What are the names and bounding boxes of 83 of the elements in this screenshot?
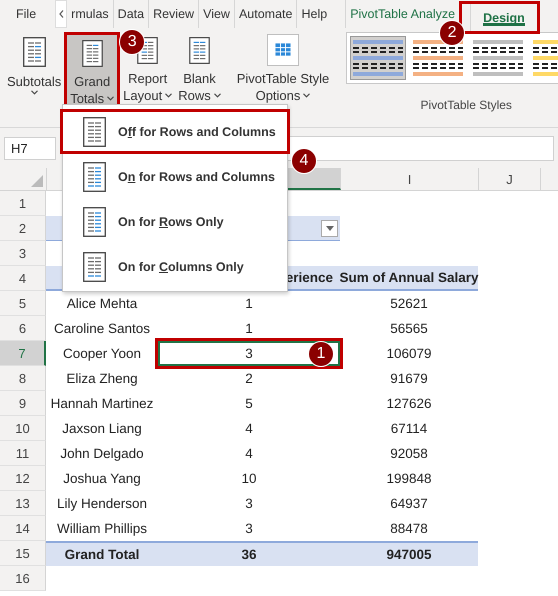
row-number[interactable]: 11	[0, 441, 46, 466]
table-cell-text: 106079	[385, 345, 433, 363]
ribbon-tab[interactable]: File	[0, 0, 54, 28]
row-number[interactable]: 9	[0, 391, 46, 416]
row-number[interactable]: 14	[0, 516, 46, 541]
style-options-button[interactable]: PivotTable Style Options	[234, 32, 332, 106]
table-cell-text: 1	[244, 295, 254, 313]
table-cell-text: 10	[240, 470, 258, 488]
row-number[interactable]: 1	[0, 191, 46, 216]
table-cell-text: Joshua Yang	[62, 470, 142, 488]
caret-icon	[303, 93, 310, 98]
ribbon-button[interactable]: Subtotals	[4, 32, 64, 106]
row-number[interactable]: 5	[0, 291, 46, 316]
table-cell-text: 92058	[389, 445, 429, 463]
table-cell-text: 5	[244, 395, 254, 413]
total-cell: 947005	[340, 541, 478, 566]
row-number[interactable]: 16	[0, 566, 46, 591]
group-label: PivotTable Styles	[420, 98, 513, 112]
total-cell: 36	[158, 541, 340, 566]
table-cell-text: Lily Henderson	[56, 495, 148, 513]
table-style-thumbnail[interactable]	[350, 36, 406, 80]
menu-item[interactable]: On for Rows Only	[63, 199, 287, 244]
document-lines-icon	[188, 37, 211, 64]
table-cell-text: 91679	[389, 370, 429, 388]
row-number[interactable]: 4	[0, 266, 46, 291]
name-box[interactable]: H7	[4, 136, 56, 160]
total-cell: Grand Total	[46, 541, 158, 566]
column-header[interactable]: J	[479, 168, 541, 190]
document-lines-icon	[83, 206, 106, 236]
menu-item[interactable]: On for Rows and Columns	[63, 154, 287, 199]
row-number[interactable]: 12	[0, 466, 46, 491]
table-cell-text: 4	[244, 445, 254, 463]
table-cell-text: Jaxson Liang	[61, 420, 143, 438]
row-number[interactable]: 7	[0, 341, 46, 366]
table-cell-text: 127626	[385, 395, 433, 413]
menu-item[interactable]: Off for Rows and Columns	[63, 112, 287, 151]
table-cell-text: 4	[244, 420, 254, 438]
table-cell-text: Alice Mehta	[66, 295, 138, 313]
row-number[interactable]: 3	[0, 241, 46, 266]
caret-icon	[214, 93, 221, 98]
row-number[interactable]: 8	[0, 366, 46, 391]
table-cell-text: 52621	[389, 295, 429, 313]
table-cell-text: 88478	[389, 520, 429, 538]
table-grid-icon	[266, 34, 300, 66]
column-header-cell: Sum of Annual Salary	[340, 266, 478, 291]
table-cell-text: Eliza Zheng	[65, 370, 139, 388]
document-lines-icon	[80, 40, 104, 67]
document-lines-icon	[83, 162, 106, 192]
ribbon-tab[interactable]: rmulas	[67, 0, 113, 28]
caret-icon	[30, 90, 38, 95]
document-lines-icon	[22, 37, 46, 67]
document-lines-icon	[83, 252, 106, 282]
row-number[interactable]: 10	[0, 416, 46, 441]
step-badge: 3	[119, 29, 146, 55]
table-cell-text: 64937	[389, 495, 429, 513]
row-number[interactable]: 13	[0, 491, 46, 516]
filter-dropdown-button[interactable]	[321, 220, 338, 236]
step-badge: 2	[439, 20, 466, 46]
row-number[interactable]: 15	[0, 541, 46, 566]
table-cell-text: Caroline Santos	[52, 320, 152, 338]
row-number[interactable]: 2	[0, 216, 46, 241]
chevron-left-icon	[58, 10, 64, 18]
caret-icon	[107, 96, 114, 101]
table-cell-text: 3	[244, 495, 254, 513]
table-cell-text: William Phillips	[56, 520, 148, 538]
ribbon-button[interactable]: Blank Rows	[175, 32, 224, 106]
scroll-left-button[interactable]	[55, 0, 68, 28]
table-cell-text: Cooper Yoon	[62, 345, 142, 363]
table-cell-text: 56565	[389, 320, 429, 338]
triangle-down-icon	[326, 226, 334, 230]
document-lines-icon	[83, 116, 106, 146]
caret-icon	[165, 93, 172, 98]
table-cell-text: 2	[244, 370, 254, 388]
step-badge: 1	[308, 341, 334, 367]
triangle-icon	[31, 175, 43, 187]
table-cell-text: 3	[244, 520, 254, 538]
table-cell-text: John Delgado	[59, 445, 145, 463]
column-header[interactable]: I	[341, 168, 479, 190]
table-cell-text: Hannah Martinez	[50, 395, 154, 413]
table-cell-text: 67114	[390, 420, 428, 438]
table-cell-text: 199848	[385, 470, 433, 488]
table-cell-text: 1	[244, 320, 254, 338]
row-number[interactable]: 6	[0, 316, 46, 341]
